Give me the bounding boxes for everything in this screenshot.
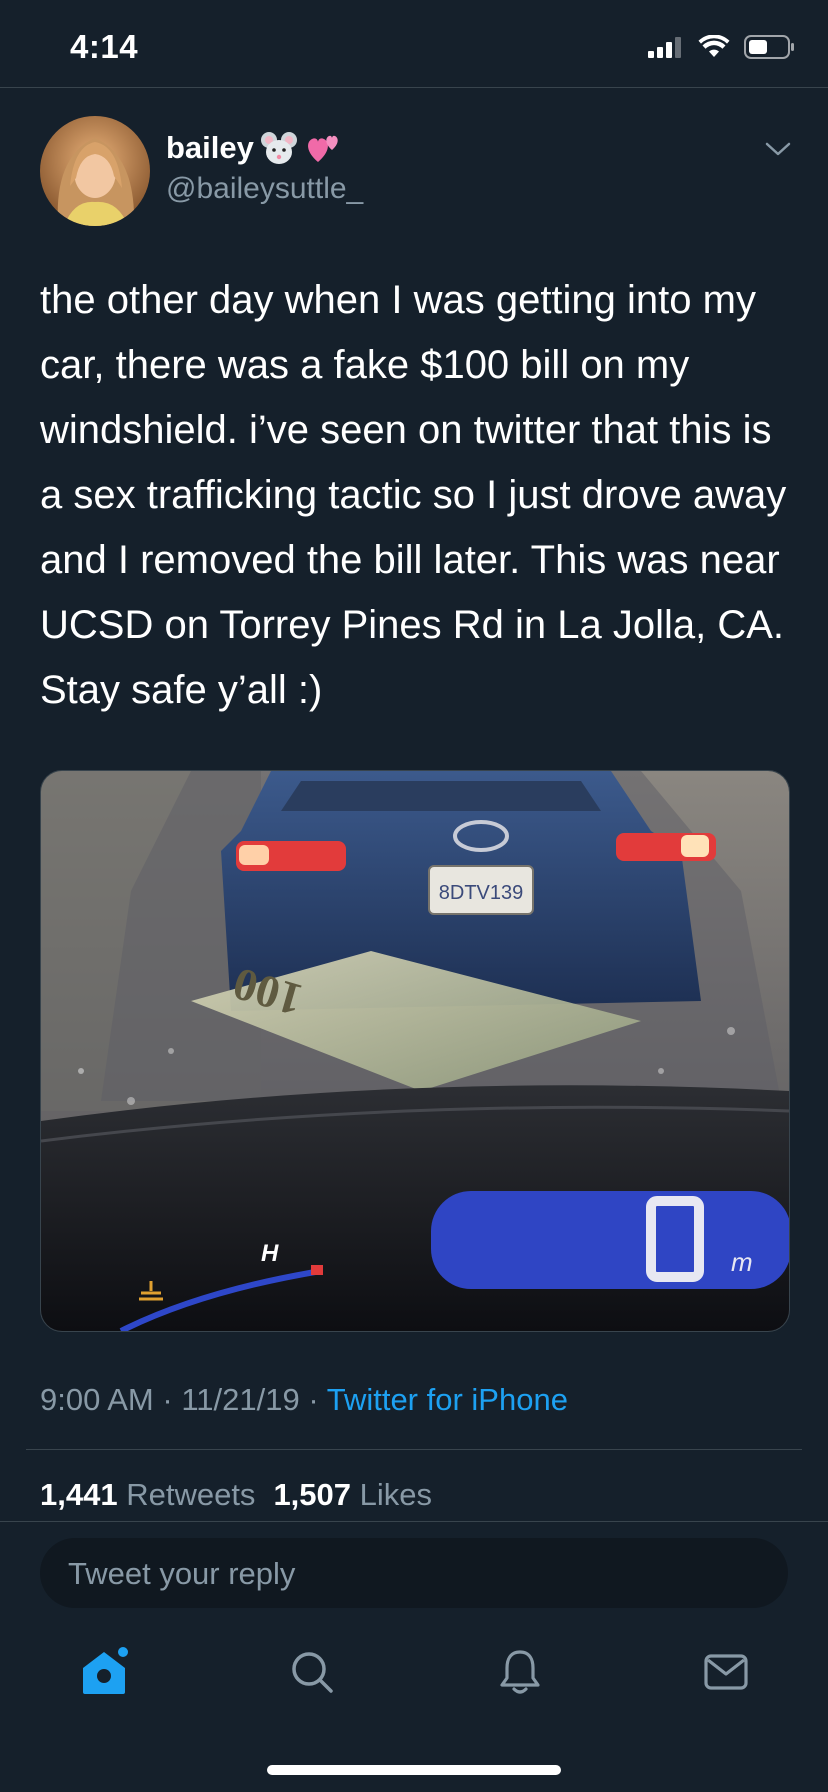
status-bar: 4:14 — [0, 0, 828, 88]
divider — [26, 1449, 802, 1450]
home-indicator[interactable] — [267, 1765, 561, 1775]
chevron-down-icon[interactable] — [764, 140, 792, 158]
status-icons — [648, 34, 796, 60]
display-name[interactable]: bailey — [166, 130, 344, 166]
meta-separator: · — [162, 1382, 173, 1417]
retweets-count: 1,441 — [40, 1477, 118, 1512]
tweet-date: 11/21/19 — [181, 1382, 300, 1417]
likes-stat[interactable]: 1,507 Likes — [273, 1477, 432, 1512]
retweets-label: Retweets — [126, 1477, 256, 1512]
cellular-signal-icon — [648, 37, 681, 58]
divider — [0, 1521, 828, 1522]
top-divider — [0, 87, 828, 88]
meta-separator: · — [308, 1382, 319, 1417]
messages-icon — [704, 1654, 748, 1690]
tab-messages[interactable] — [696, 1642, 756, 1702]
wifi-icon — [698, 35, 730, 57]
notifications-icon — [500, 1650, 540, 1694]
two-hearts-icon — [307, 135, 338, 162]
display-name-text: bailey — [166, 130, 254, 165]
tab-bar — [0, 1630, 828, 1730]
tweet-time: 9:00 AM — [40, 1382, 154, 1417]
tweet-header: bailey @baileysuttle_ — [40, 116, 800, 228]
tweet-text: the other day when I was getting into my… — [40, 278, 787, 712]
tweet-stats: 1,441 Retweets 1,507 Likes — [40, 1477, 432, 1513]
home-icon — [83, 1647, 128, 1694]
battery-icon — [744, 35, 794, 59]
tweet-source-link[interactable]: Twitter for iPhone — [327, 1382, 568, 1417]
tab-search[interactable] — [282, 1642, 342, 1702]
likes-label: Likes — [359, 1477, 433, 1512]
speedometer-unit: m — [731, 1247, 753, 1277]
likes-count: 1,507 — [273, 1477, 352, 1512]
tweet-media-image[interactable]: 8DTV139 100 0 m H — [40, 770, 790, 1332]
tab-notifications[interactable] — [490, 1642, 550, 1702]
reply-box — [40, 1538, 788, 1610]
search-icon — [292, 1652, 333, 1693]
tweet-meta: 9:00 AM · 11/21/19 · Twitter for iPhone — [40, 1382, 568, 1418]
avatar[interactable] — [40, 116, 150, 226]
mouse-face-icon — [260, 132, 297, 164]
tab-home[interactable] — [74, 1642, 134, 1702]
temperature-gauge-letter: H — [261, 1240, 279, 1267]
user-handle[interactable]: @baileysuttle_ — [166, 172, 363, 206]
retweets-stat[interactable]: 1,441 Retweets — [40, 1477, 255, 1512]
status-time: 4:14 — [70, 28, 139, 65]
license-plate-text: 8DTV139 — [439, 882, 524, 904]
reply-input[interactable] — [66, 1538, 770, 1610]
